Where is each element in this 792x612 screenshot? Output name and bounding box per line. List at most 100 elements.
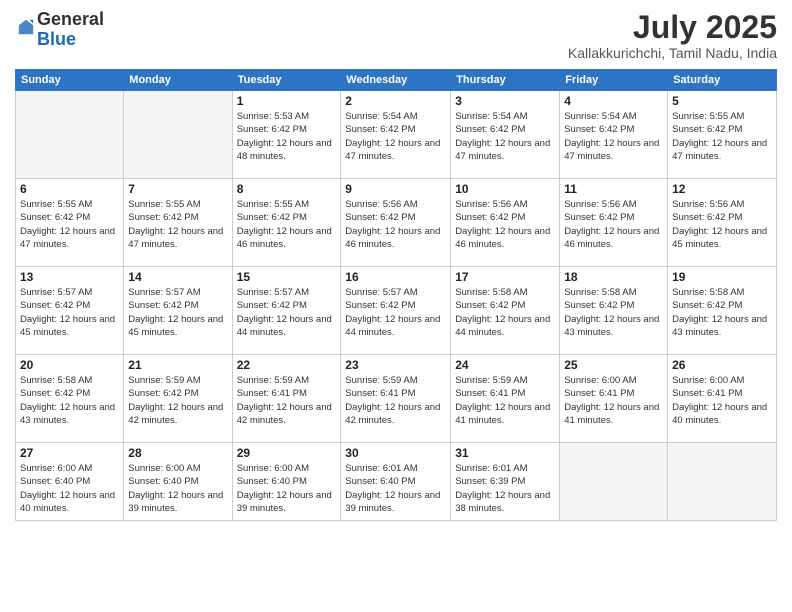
day-info: Sunrise: 5:58 AM Sunset: 6:42 PM Dayligh… (564, 286, 663, 339)
day-info: Sunrise: 5:57 AM Sunset: 6:42 PM Dayligh… (237, 286, 337, 339)
table-row: 16Sunrise: 5:57 AM Sunset: 6:42 PM Dayli… (341, 267, 451, 355)
day-number: 15 (237, 270, 337, 284)
day-info: Sunrise: 5:59 AM Sunset: 6:41 PM Dayligh… (237, 374, 337, 427)
day-number: 27 (20, 446, 119, 460)
day-number: 5 (672, 94, 772, 108)
table-row: 5Sunrise: 5:55 AM Sunset: 6:42 PM Daylig… (668, 91, 777, 179)
day-number: 18 (564, 270, 663, 284)
day-number: 4 (564, 94, 663, 108)
day-info: Sunrise: 5:59 AM Sunset: 6:41 PM Dayligh… (345, 374, 446, 427)
page: General Blue July 2025 Kallakkurichchi, … (0, 0, 792, 612)
table-row: 26 Sunrise: 6:00 AM Sunset: 6:41 PM Dayli… (668, 355, 777, 443)
day-number: 8 (237, 182, 337, 196)
logo-icon (17, 18, 35, 36)
table-row: 18 Sunrise: 5:58 AM Sunset: 6:42 PM Dayli… (560, 267, 668, 355)
col-friday: Friday (560, 70, 668, 91)
main-title: July 2025 (568, 10, 777, 45)
day-number: 9 (345, 182, 446, 196)
col-thursday: Thursday (451, 70, 560, 91)
day-info: Sunrise: 6:01 AM Sunset: 6:39 PM Dayligh… (455, 462, 555, 515)
day-info: Sunrise: 5:55 AM Sunset: 6:42 PM Dayligh… (237, 198, 337, 251)
logo-general: General (37, 9, 104, 29)
day-number: 23 (345, 358, 446, 372)
day-number: 10 (455, 182, 555, 196)
table-row: 22Sunrise: 5:59 AM Sunset: 6:41 PM Dayli… (232, 355, 341, 443)
day-number: 6 (20, 182, 119, 196)
day-number: 25 (564, 358, 663, 372)
title-block: July 2025 Kallakkurichchi, Tamil Nadu, I… (568, 10, 777, 61)
day-number: 12 (672, 182, 772, 196)
table-row: 28 Sunrise: 6:00 AM Sunset: 6:40 PM Dayli… (124, 443, 232, 521)
table-row: 21 Sunrise: 5:59 AM Sunset: 6:42 PM Dayli… (124, 355, 232, 443)
table-row: 1 Sunrise: 5:53 AM Sunset: 6:42 PM Daylig… (232, 91, 341, 179)
day-info: Sunrise: 5:57 AM Sunset: 6:42 PM Dayligh… (20, 286, 119, 339)
table-row: 14 Sunrise: 5:57 AM Sunset: 6:42 PM Dayli… (124, 267, 232, 355)
day-info: Sunrise: 6:00 AM Sunset: 6:40 PM Dayligh… (237, 462, 337, 515)
day-number: 2 (345, 94, 446, 108)
table-row: 30 Sunrise: 6:01 AM Sunset: 6:40 PM Dayli… (341, 443, 451, 521)
day-info: Sunrise: 5:58 AM Sunset: 6:42 PM Dayligh… (20, 374, 119, 427)
logo-text: General Blue (37, 10, 104, 50)
day-number: 14 (128, 270, 227, 284)
day-info: Sunrise: 5:58 AM Sunset: 6:42 PM Dayligh… (455, 286, 555, 339)
table-row: 20 Sunrise: 5:58 AM Sunset: 6:42 PM Dayli… (16, 355, 124, 443)
calendar-table: Sunday Monday Tuesday Wednesday Thursday… (15, 69, 777, 521)
table-row (16, 91, 124, 179)
table-row: 9 Sunrise: 5:56 AM Sunset: 6:42 PM Daylig… (341, 179, 451, 267)
table-row: 10 Sunrise: 5:56 AM Sunset: 6:42 PM Dayli… (451, 179, 560, 267)
table-row: 7Sunrise: 5:55 AM Sunset: 6:42 PM Daylig… (124, 179, 232, 267)
day-info: Sunrise: 5:57 AM Sunset: 6:42 PM Dayligh… (128, 286, 227, 339)
day-info: Sunrise: 5:56 AM Sunset: 6:42 PM Dayligh… (672, 198, 772, 251)
logo-blue: Blue (37, 29, 76, 49)
day-info: Sunrise: 6:00 AM Sunset: 6:41 PM Dayligh… (564, 374, 663, 427)
day-info: Sunrise: 6:00 AM Sunset: 6:40 PM Dayligh… (20, 462, 119, 515)
day-info: Sunrise: 5:54 AM Sunset: 6:42 PM Dayligh… (455, 110, 555, 163)
day-number: 29 (237, 446, 337, 460)
day-info: Sunrise: 5:59 AM Sunset: 6:42 PM Dayligh… (128, 374, 227, 427)
day-number: 31 (455, 446, 555, 460)
day-info: Sunrise: 5:58 AM Sunset: 6:42 PM Dayligh… (672, 286, 772, 339)
table-row: 27 Sunrise: 6:00 AM Sunset: 6:40 PM Dayli… (16, 443, 124, 521)
day-number: 1 (237, 94, 337, 108)
day-info: Sunrise: 5:53 AM Sunset: 6:42 PM Dayligh… (237, 110, 337, 163)
subtitle: Kallakkurichchi, Tamil Nadu, India (568, 45, 777, 61)
day-info: Sunrise: 5:55 AM Sunset: 6:42 PM Dayligh… (128, 198, 227, 251)
day-number: 16 (345, 270, 446, 284)
day-info: Sunrise: 5:56 AM Sunset: 6:42 PM Dayligh… (564, 198, 663, 251)
day-info: Sunrise: 6:00 AM Sunset: 6:40 PM Dayligh… (128, 462, 227, 515)
table-row: 4 Sunrise: 5:54 AM Sunset: 6:42 PM Daylig… (560, 91, 668, 179)
day-info: Sunrise: 5:54 AM Sunset: 6:42 PM Dayligh… (345, 110, 446, 163)
day-number: 26 (672, 358, 772, 372)
table-row: 23 Sunrise: 5:59 AM Sunset: 6:41 PM Dayli… (341, 355, 451, 443)
day-number: 19 (672, 270, 772, 284)
table-row: 2 Sunrise: 5:54 AM Sunset: 6:42 PM Daylig… (341, 91, 451, 179)
table-row: 24Sunrise: 5:59 AM Sunset: 6:41 PM Dayli… (451, 355, 560, 443)
header: General Blue July 2025 Kallakkurichchi, … (15, 10, 777, 61)
day-number: 30 (345, 446, 446, 460)
table-row: 31 Sunrise: 6:01 AM Sunset: 6:39 PM Dayli… (451, 443, 560, 521)
day-number: 28 (128, 446, 227, 460)
day-info: Sunrise: 5:56 AM Sunset: 6:42 PM Dayligh… (345, 198, 446, 251)
day-info: Sunrise: 6:00 AM Sunset: 6:41 PM Dayligh… (672, 374, 772, 427)
day-info: Sunrise: 5:55 AM Sunset: 6:42 PM Dayligh… (20, 198, 119, 251)
day-number: 13 (20, 270, 119, 284)
day-info: Sunrise: 5:56 AM Sunset: 6:42 PM Dayligh… (455, 198, 555, 251)
table-row (124, 91, 232, 179)
day-info: Sunrise: 5:54 AM Sunset: 6:42 PM Dayligh… (564, 110, 663, 163)
col-monday: Monday (124, 70, 232, 91)
calendar-header-row: Sunday Monday Tuesday Wednesday Thursday… (16, 70, 777, 91)
table-row: 8 Sunrise: 5:55 AM Sunset: 6:42 PM Daylig… (232, 179, 341, 267)
table-row: 13 Sunrise: 5:57 AM Sunset: 6:42 PM Dayli… (16, 267, 124, 355)
day-info: Sunrise: 6:01 AM Sunset: 6:40 PM Dayligh… (345, 462, 446, 515)
day-number: 20 (20, 358, 119, 372)
table-row: 3Sunrise: 5:54 AM Sunset: 6:42 PM Daylig… (451, 91, 560, 179)
table-row (560, 443, 668, 521)
col-wednesday: Wednesday (341, 70, 451, 91)
day-number: 11 (564, 182, 663, 196)
table-row: 12 Sunrise: 5:56 AM Sunset: 6:42 PM Dayli… (668, 179, 777, 267)
table-row: 19 Sunrise: 5:58 AM Sunset: 6:42 PM Dayli… (668, 267, 777, 355)
day-number: 21 (128, 358, 227, 372)
day-info: Sunrise: 5:59 AM Sunset: 6:41 PM Dayligh… (455, 374, 555, 427)
col-sunday: Sunday (16, 70, 124, 91)
table-row: 25 Sunrise: 6:00 AM Sunset: 6:41 PM Dayli… (560, 355, 668, 443)
